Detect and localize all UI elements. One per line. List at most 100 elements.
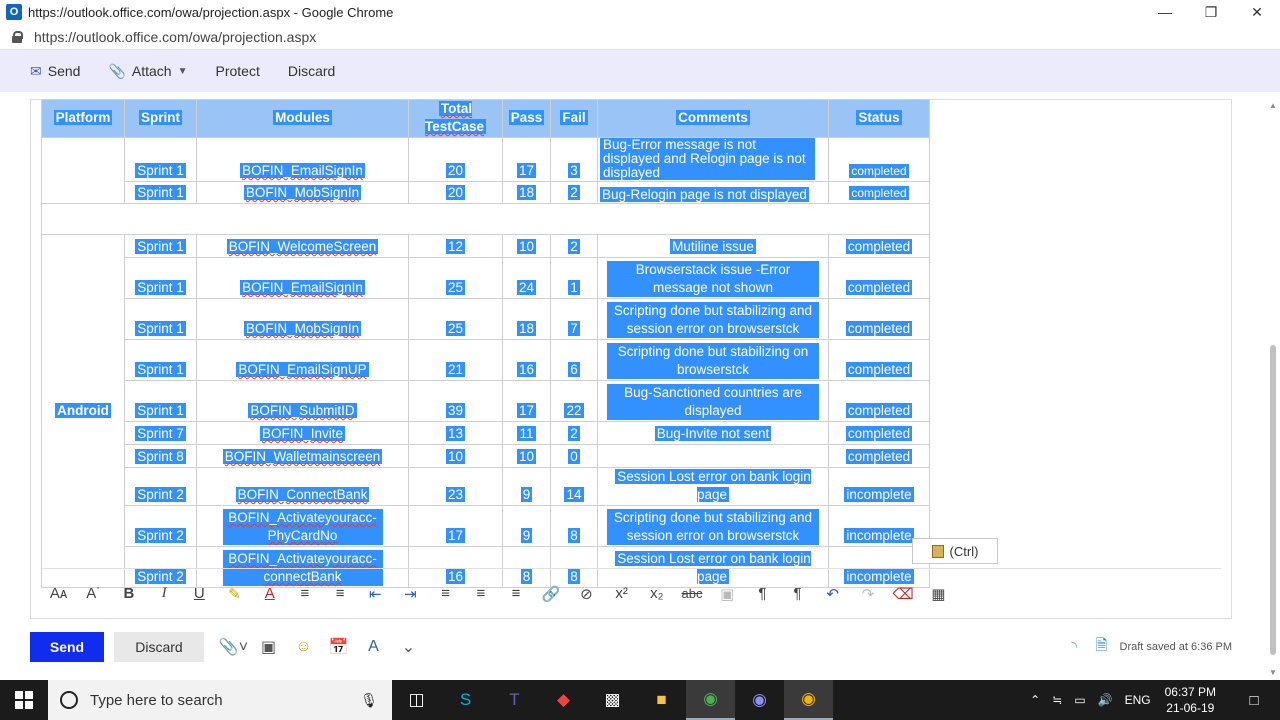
scrollbar-thumb[interactable] bbox=[1270, 345, 1276, 655]
wifi-icon[interactable]: ≒ bbox=[1052, 693, 1062, 707]
microphone-icon[interactable]: 🎙 bbox=[360, 692, 378, 709]
pass-cell: 10 bbox=[502, 444, 551, 468]
chrome-window-icon[interactable]: ◉ bbox=[784, 680, 833, 720]
anydesk-icon[interactable]: ◆ bbox=[539, 680, 588, 720]
schedule-icon[interactable]: 📅 bbox=[321, 637, 356, 657]
insert-picture-icon[interactable]: ▣ bbox=[710, 585, 745, 603]
platform-cell-empty bbox=[41, 137, 125, 204]
battery-icon[interactable]: ▭ bbox=[1074, 693, 1085, 707]
bullets-icon[interactable]: ≡ bbox=[287, 585, 322, 602]
comments-cell: Bug-Error message is not displayed and R… bbox=[597, 137, 829, 182]
total-cell-text: 10 bbox=[445, 449, 466, 464]
attach-icon[interactable]: 📎˅ bbox=[216, 637, 251, 657]
module-cell-text: BOFIN_Activateyouracc-PhyCardNo bbox=[222, 509, 383, 545]
send-command[interactable]: ✉ Send bbox=[30, 63, 80, 80]
status-cell: incomplete bbox=[828, 467, 930, 506]
insert-image-icon[interactable]: ▣ bbox=[251, 637, 286, 657]
module-cell: BOFIN_MobSignIn bbox=[196, 181, 409, 204]
module-cell: BOFIN_Invite bbox=[196, 421, 409, 445]
notifications-icon[interactable]: □ bbox=[1234, 692, 1274, 709]
task-view-icon[interactable]: ◫ bbox=[392, 680, 441, 720]
increase-indent-icon[interactable]: ⇥ bbox=[393, 585, 428, 603]
status-cell: completed bbox=[828, 380, 930, 422]
page-scrollbar[interactable]: ▲ ▼ bbox=[1266, 99, 1280, 679]
fail-cell-text: 1 bbox=[568, 280, 580, 295]
protect-command[interactable]: Protect bbox=[215, 63, 259, 79]
subscript-icon[interactable]: x₂ bbox=[639, 585, 674, 602]
taskbar-search-box[interactable]: Type here to search 🎙 bbox=[48, 680, 392, 720]
clear-formatting-icon[interactable]: ⌫ bbox=[886, 585, 921, 603]
highlight-icon[interactable]: ✎ bbox=[217, 585, 252, 603]
comments-cell: Bug-Sanctioned countries are displayed bbox=[597, 380, 829, 422]
status-cell: completed bbox=[828, 181, 930, 204]
align-center-icon[interactable]: ≡ bbox=[463, 585, 498, 602]
fail-cell-text: 7 bbox=[568, 321, 580, 336]
rtl-icon[interactable]: ¶ bbox=[780, 585, 815, 602]
bold-icon[interactable]: B bbox=[111, 585, 146, 602]
editor-icon[interactable]: A bbox=[356, 638, 391, 656]
undo-icon[interactable]: ↶ bbox=[815, 585, 850, 603]
column-header: Pass bbox=[502, 99, 551, 138]
font-color-icon[interactable]: A bbox=[252, 585, 287, 602]
minimize-icon[interactable]: — bbox=[1142, 0, 1188, 24]
comments-cell: Session Lost error on bank login page bbox=[597, 467, 829, 506]
column-header-text: Comments bbox=[676, 110, 750, 125]
address-bar[interactable]: https://outlook.office.com/owa/projectio… bbox=[0, 24, 1280, 50]
total-cell: 20 bbox=[408, 181, 503, 204]
terminal-icon[interactable]: ▩ bbox=[588, 680, 637, 720]
italic-icon[interactable]: I bbox=[147, 585, 182, 602]
discard-command[interactable]: Discard bbox=[288, 63, 335, 79]
grow-font-icon[interactable]: A˙ bbox=[76, 585, 111, 602]
decrease-indent-icon[interactable]: ⇤ bbox=[358, 585, 393, 603]
align-left-icon[interactable]: ≡ bbox=[428, 585, 463, 602]
sprint-cell: Sprint 7 bbox=[124, 421, 197, 445]
language-indicator[interactable]: ENG bbox=[1125, 693, 1151, 707]
scroll-up-icon[interactable]: ▲ bbox=[1269, 101, 1277, 110]
numbering-icon[interactable]: ≡ bbox=[323, 585, 358, 602]
table-header-row: Platform Sprint Modules Total TestCase Pass F… bbox=[41, 99, 930, 138]
underline-icon[interactable]: U bbox=[182, 585, 217, 602]
restore-icon[interactable]: ❐ bbox=[1188, 0, 1234, 24]
url-text[interactable]: https://outlook.office.com/owa/projectio… bbox=[34, 29, 316, 45]
eclipse-icon[interactable]: ◉ bbox=[735, 680, 784, 720]
send-button[interactable]: Send bbox=[30, 632, 104, 662]
chrome-icon[interactable]: ◉ bbox=[686, 680, 735, 720]
volume-icon[interactable]: 🔊 bbox=[1098, 693, 1113, 707]
comments-cell-text: Bug-Error message is not displayed and R… bbox=[600, 138, 815, 180]
scroll-down-icon[interactable]: ▼ bbox=[1269, 668, 1277, 677]
redo-icon[interactable]: ↷ bbox=[850, 585, 885, 603]
attach-command[interactable]: 📎 Attach ▼ bbox=[108, 63, 187, 80]
ltr-icon[interactable]: ¶ bbox=[745, 585, 780, 602]
font-size-icon[interactable]: Aᴀ bbox=[41, 585, 76, 602]
clock-date: 21-06-19 bbox=[1166, 701, 1215, 715]
taskbar-clock[interactable]: 06:37 PM 21-06-19 bbox=[1165, 684, 1216, 716]
paste-options-button[interactable]: (Ctrl) bbox=[912, 538, 998, 564]
start-button[interactable] bbox=[0, 680, 48, 720]
fail-cell-text: 2 bbox=[568, 239, 580, 254]
draft-document-icon: 🗎 bbox=[1095, 636, 1108, 654]
teams-icon[interactable]: T bbox=[490, 680, 539, 720]
skype-icon[interactable]: S bbox=[441, 680, 490, 720]
status-cell-text: incomplete bbox=[844, 487, 914, 502]
emoji-icon[interactable]: ☺ bbox=[286, 638, 321, 656]
fail-cell-text: 0 bbox=[568, 449, 580, 464]
lock-icon bbox=[12, 30, 23, 43]
outlook-app-icon: O bbox=[6, 4, 22, 20]
close-icon[interactable]: ✕ bbox=[1234, 0, 1280, 24]
more-options-chevron-icon[interactable]: ⌄ bbox=[391, 637, 426, 657]
sprint-cell-text: Sprint 1 bbox=[135, 362, 186, 377]
show-hidden-icons-icon[interactable]: ⌃ bbox=[1030, 693, 1040, 707]
table-row: Sprint 1 BOFIN_SubmitID 39 17 22 Bug-Sanction… bbox=[42, 380, 930, 422]
align-right-icon[interactable]: ≡ bbox=[498, 585, 533, 602]
strikethrough-icon[interactable]: abc bbox=[674, 586, 709, 601]
comments-cell-text: Scripting done but stabilizing and sessi… bbox=[607, 509, 819, 545]
discard-button[interactable]: Discard bbox=[114, 632, 204, 662]
remove-link-icon[interactable]: ⊘ bbox=[569, 585, 604, 603]
fail-cell-text: 8 bbox=[568, 528, 580, 543]
total-cell: 21 bbox=[408, 339, 503, 381]
superscript-icon[interactable]: x² bbox=[604, 585, 639, 602]
module-cell-text: BOFIN_MobSignIn bbox=[243, 321, 362, 336]
insert-link-icon[interactable]: 🔗 bbox=[534, 585, 569, 603]
insert-table-icon[interactable]: ▦ bbox=[921, 585, 956, 603]
file-explorer-icon[interactable]: ■ bbox=[637, 680, 686, 720]
